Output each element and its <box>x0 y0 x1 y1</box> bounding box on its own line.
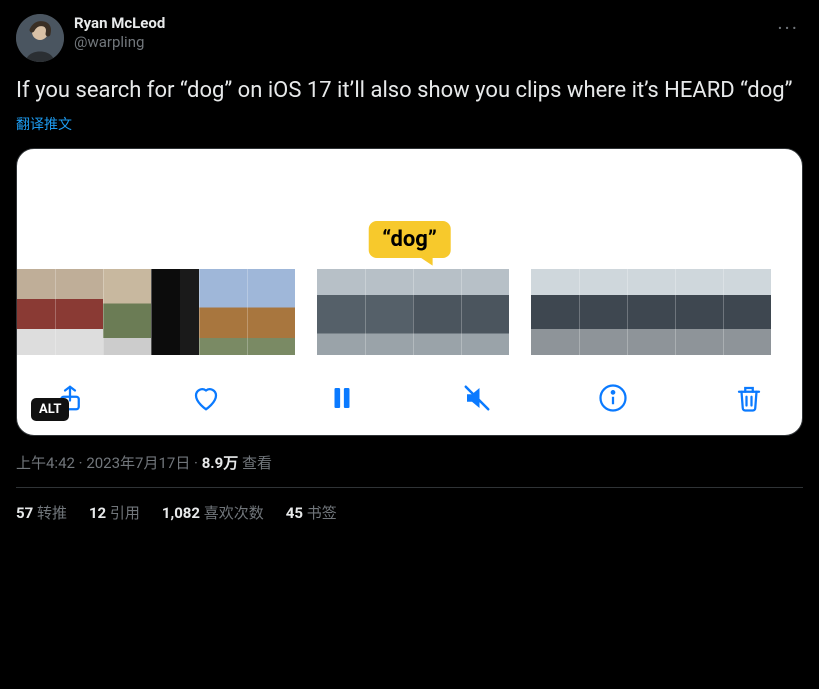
handle: @warpling <box>74 33 763 52</box>
frame <box>199 269 247 355</box>
time: 上午4:42 <box>16 454 75 472</box>
display-name: Ryan McLeod <box>74 14 763 33</box>
frame <box>247 269 295 355</box>
frame <box>151 269 199 355</box>
frame <box>413 269 461 355</box>
tweet-text: If you search for “dog” on iOS 17 it’ll … <box>16 76 803 106</box>
clip-2 <box>317 269 509 355</box>
alt-badge[interactable]: ALT <box>31 398 69 421</box>
pause-icon[interactable] <box>325 381 359 415</box>
search-bubble: “dog” <box>368 221 451 258</box>
info-icon[interactable] <box>596 381 630 415</box>
frame <box>627 269 675 355</box>
stats-row: 57 转推 12 引用 1,082 喜欢次数 45 书签 <box>16 502 803 523</box>
frame <box>365 269 413 355</box>
frame <box>461 269 509 355</box>
frame <box>103 269 151 355</box>
tweet-header: Ryan McLeod @warpling ··· <box>16 14 803 62</box>
likes-stat[interactable]: 1,082 喜欢次数 <box>162 502 264 523</box>
quotes-stat[interactable]: 12 引用 <box>89 502 140 523</box>
avatar[interactable] <box>16 14 64 62</box>
frame <box>55 269 103 355</box>
tweet-container: Ryan McLeod @warpling ··· If you search … <box>0 0 819 523</box>
frame <box>675 269 723 355</box>
trash-icon[interactable] <box>732 381 766 415</box>
filmstrip <box>17 269 802 355</box>
frame <box>579 269 627 355</box>
media-toolbar <box>17 355 802 421</box>
divider <box>16 487 803 488</box>
author-block[interactable]: Ryan McLeod @warpling <box>74 14 763 52</box>
meta-line[interactable]: 上午4:42 · 2023年7月17日 · 8.9万 查看 <box>16 452 803 473</box>
views-count: 8.9万 <box>202 454 239 472</box>
frame <box>317 269 365 355</box>
translate-link[interactable]: 翻译推文 <box>16 114 803 134</box>
clip-1 <box>17 269 295 355</box>
media-card[interactable]: “dog” <box>16 148 803 436</box>
bookmarks-stat[interactable]: 45 书签 <box>286 502 337 523</box>
more-icon[interactable]: ··· <box>773 14 803 42</box>
frame <box>723 269 771 355</box>
date: 2023年7月17日 <box>86 454 190 472</box>
retweets-stat[interactable]: 57 转推 <box>16 502 67 523</box>
frame <box>17 269 55 355</box>
views-label: 查看 <box>238 454 272 472</box>
mute-icon[interactable] <box>460 381 494 415</box>
heart-icon[interactable] <box>189 381 223 415</box>
clip-3 <box>531 269 771 355</box>
frame <box>531 269 579 355</box>
